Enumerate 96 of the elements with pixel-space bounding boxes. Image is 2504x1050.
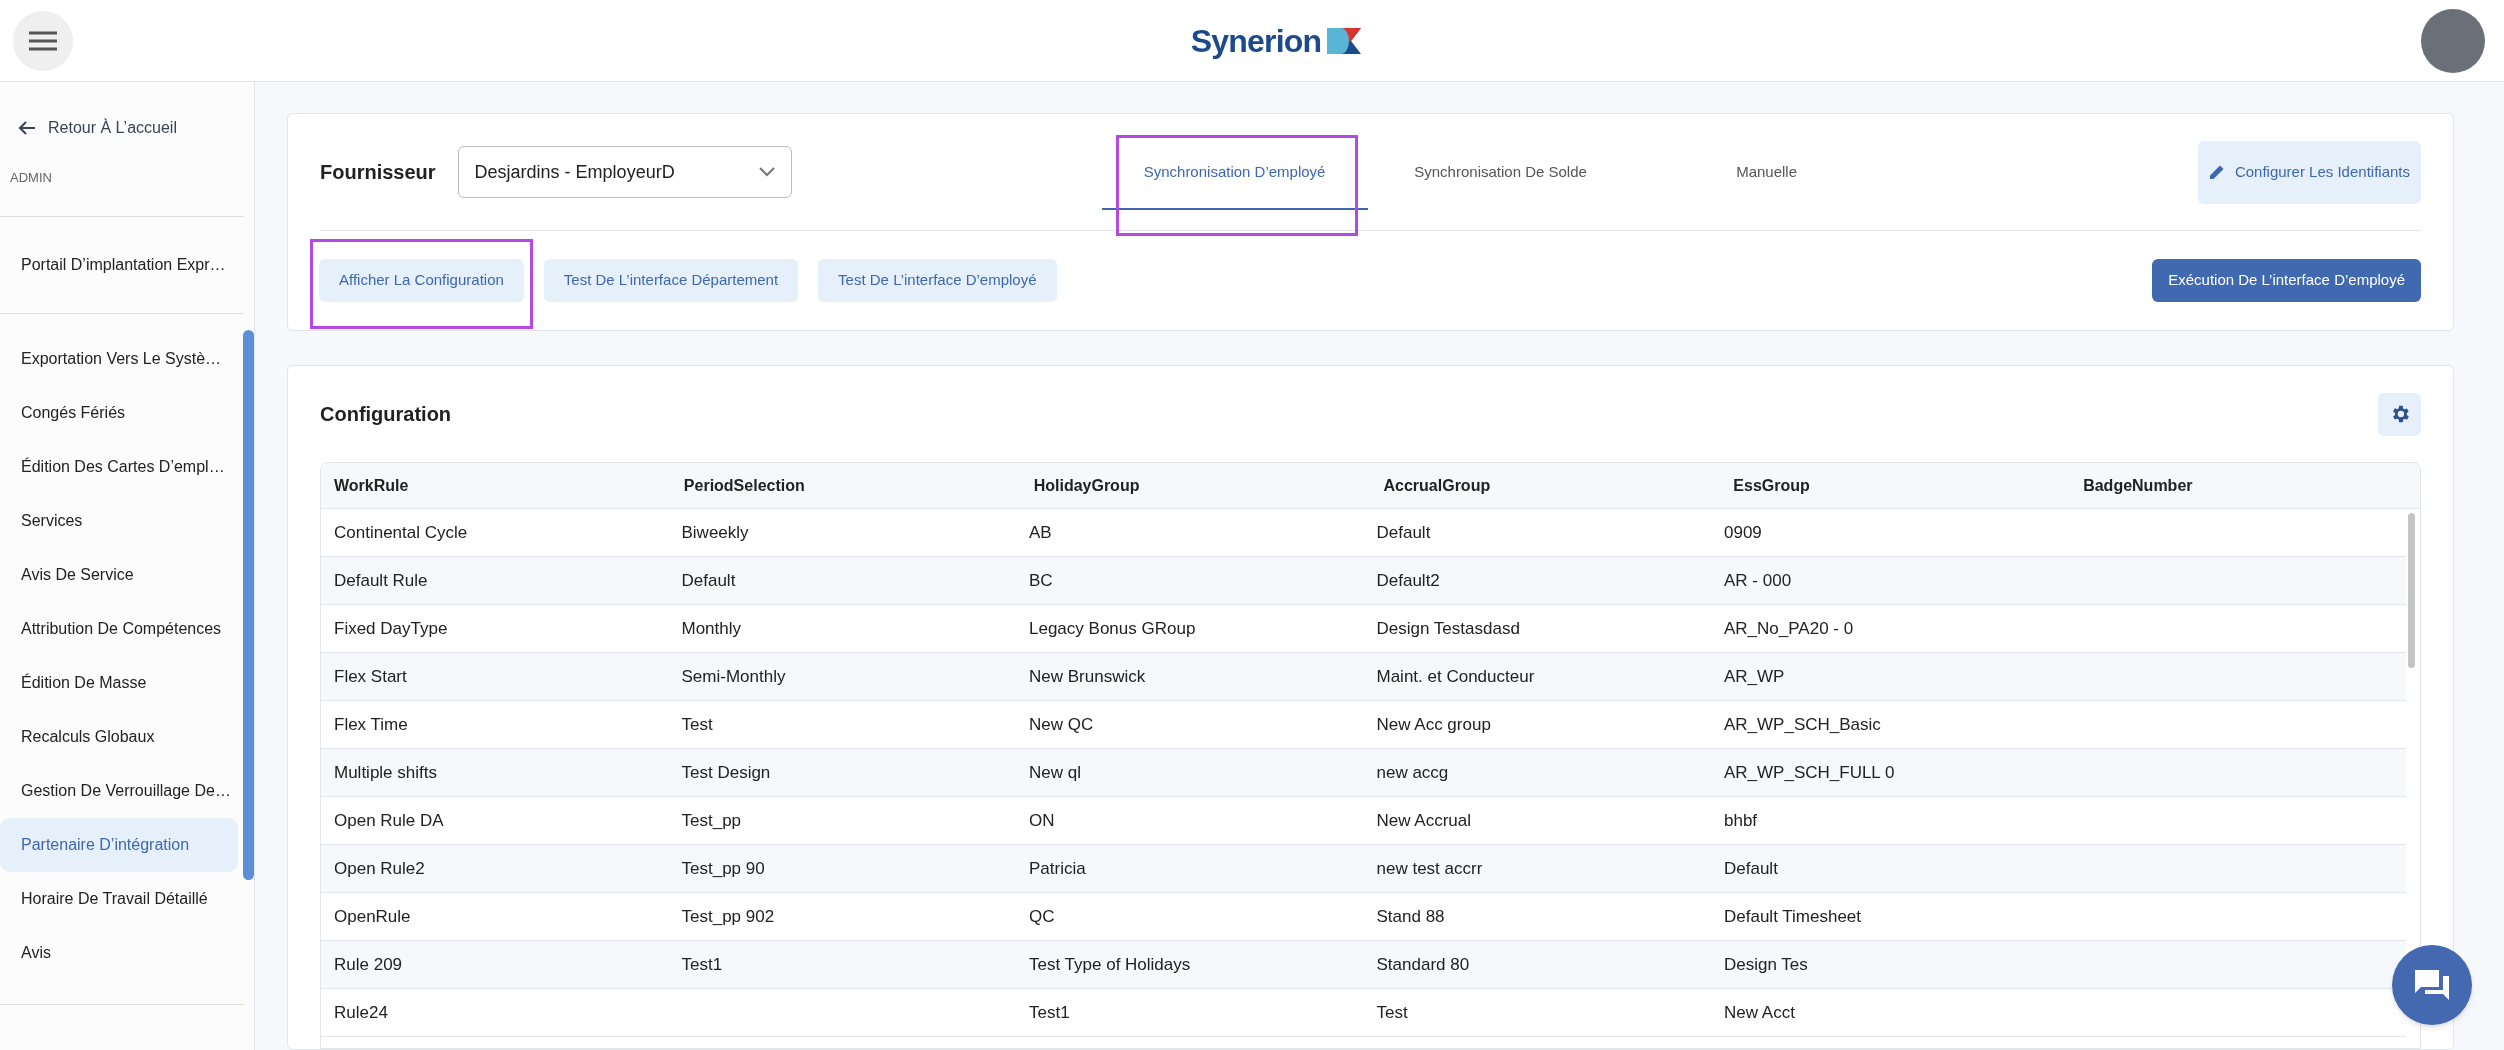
table-cell-text: Standard 80	[1375, 953, 1470, 976]
tab[interactable]: Manuelle	[1633, 114, 1900, 211]
table-cell-text: Rule24	[333, 1001, 388, 1024]
sidebar-item[interactable]: Édition De Masse	[0, 655, 238, 710]
column-header: HolidayGroup	[1032, 475, 1140, 496]
scrollbar[interactable]	[243, 330, 254, 880]
table-cell-text: New Acct	[1723, 1001, 1795, 1024]
table-cell-text: Test	[680, 713, 713, 736]
sidebar-item[interactable]: Portail D’implantation Expr…	[0, 216, 254, 313]
logo-flag-icon	[1325, 25, 1364, 56]
table-cell-text: Test	[1375, 1001, 1408, 1024]
table-cell-text: Test Design	[680, 761, 771, 784]
sidebar-item[interactable]: Services	[0, 493, 238, 548]
table-cell-text: AR_WP_SCH_FULL 0	[1723, 761, 1895, 784]
table-cell-text: Multiple shifts	[333, 761, 437, 784]
sidebar-item[interactable]: Exportation Vers Le Systè…	[0, 331, 238, 386]
table-cell-text: Default Rule	[333, 569, 428, 592]
table-cell-text: 0909	[1723, 521, 1762, 544]
column-header: BadgeNumber	[2082, 475, 2193, 496]
table-cell-text: Rule 209	[333, 953, 403, 976]
sidebar-item[interactable]: Recalculs Globaux	[0, 709, 238, 764]
table-cell-text: new accg	[1375, 761, 1449, 784]
table-cell-text: ON	[1028, 809, 1055, 832]
table-cell-text: New ql	[1028, 761, 1081, 784]
column-header: AccrualGroup	[1382, 475, 1491, 496]
table-cell-text: Test1	[680, 953, 723, 976]
table-cell-text: AR - 000	[1723, 569, 1792, 592]
table-cell-text: Test_pp	[680, 809, 742, 832]
sidebar-item[interactable]: Horaire De Travail Détaillé	[0, 871, 238, 926]
back-link[interactable]: Retour À L’accueil	[0, 116, 254, 140]
menu-icon	[29, 30, 57, 51]
table-cell-text: Biweekly	[680, 521, 749, 544]
table-cell-text: Test Type of Holidays	[1028, 953, 1191, 976]
column-header: EssGroup	[1732, 475, 1810, 496]
table-cell-text: Test1	[1028, 1001, 1070, 1024]
table-cell-text: New Brunswick	[1028, 665, 1146, 688]
table-cell-text: Patricia	[1028, 857, 1086, 880]
table-cell-text: Open Rule DA	[333, 809, 444, 832]
table-cell-text: QC	[1028, 905, 1055, 928]
sidebar-item[interactable]: Avis De Service	[0, 547, 238, 602]
table-cell-text: AR_WP	[1723, 665, 1785, 688]
table-cell-text: New QC	[1028, 713, 1094, 736]
table-cell-text: bhbf	[1723, 809, 1758, 832]
table-cell-text: Design Testasdasd	[1375, 617, 1520, 640]
sidebar-item[interactable]: Avis	[0, 925, 238, 980]
table-cell-text: Default	[1723, 857, 1778, 880]
table-cell-text: Default	[1375, 521, 1431, 544]
table-cell-text: Flex Start	[333, 665, 407, 688]
sidebar-item[interactable]: Partenaire D’intégration	[0, 817, 238, 872]
configure-credentials-button[interactable]: Configurer Les Identifiants	[2197, 140, 2421, 204]
sidebar-item[interactable]: Attribution De Compétences	[0, 601, 238, 656]
table-cell-text: New Acc group	[1375, 713, 1491, 736]
tab[interactable]: Synchronisation De Solde	[1367, 114, 1634, 211]
table-cell-text: Fixed DayType	[333, 617, 448, 640]
action-button[interactable]: Test De L’interface D’employé	[818, 259, 1057, 303]
table-cell-text: Default	[680, 569, 736, 592]
column-header: PeriodSelection	[682, 475, 805, 496]
table-cell-text: Default2	[1375, 569, 1440, 592]
table-cell-text: AR_No_PA20 - 0	[1723, 617, 1854, 640]
logo-text: Synerion	[1190, 21, 1322, 61]
run-interface-button[interactable]: Exécution De L’interface D’employé	[2152, 259, 2421, 303]
arrow-left-icon	[18, 120, 36, 136]
action-button[interactable]: Afficher La Configuration	[319, 259, 524, 303]
table-cell-text: Design Tes	[1723, 953, 1808, 976]
table-cell-text: Legacy Bonus GRoup	[1028, 617, 1196, 640]
table-cell-text: Test_pp 902	[680, 905, 775, 928]
table-cell-text: Stand 88	[1375, 905, 1445, 928]
sidebar-item[interactable]: Édition Des Cartes D’empl…	[0, 439, 238, 494]
table-cell-text: New Accrual	[1375, 809, 1471, 832]
table-cell-text: new test accrr	[1375, 857, 1483, 880]
section-label: ADMIN	[9, 169, 53, 187]
table-cell-text: Open Rule2	[333, 857, 425, 880]
table-cell-text: Semi-Monthly	[680, 665, 786, 688]
table-cell-text: Test_pp 90	[680, 857, 765, 880]
section-title: Configuration	[320, 402, 452, 427]
settings-button[interactable]	[2378, 392, 2421, 436]
table-cell-text: Default Timesheet	[1723, 905, 1861, 928]
table-cell-text: Monthly	[680, 617, 742, 640]
table-cell-text: Maint. et Conducteur	[1375, 665, 1535, 688]
sidebar-item[interactable]: Congés Fériés	[0, 385, 238, 440]
column-header: WorkRule	[333, 475, 409, 496]
table-cell-text: OpenRule	[333, 905, 411, 928]
chat-icon	[2413, 968, 2451, 1002]
chevron-down-icon	[758, 167, 775, 178]
pencil-icon	[2208, 164, 2225, 181]
action-button[interactable]: Test De L’interface Département	[543, 259, 799, 303]
table-cell-text: AB	[1028, 521, 1052, 544]
table-cell-text: AR_WP_SCH_Basic	[1723, 713, 1881, 736]
provider-label: Fournisseur	[320, 160, 436, 186]
table-cell-text: BC	[1028, 569, 1053, 592]
tab[interactable]: Synchronisation D’employé	[1101, 114, 1368, 211]
sidebar-item[interactable]: Gestion De Verrouillage De…	[0, 763, 238, 818]
provider-select[interactable]: Desjardins - EmployeurD	[457, 146, 792, 199]
table-cell-text: Flex Time	[333, 713, 408, 736]
table-cell-text: Continental Cycle	[333, 521, 468, 544]
scrollbar[interactable]	[2408, 513, 2415, 668]
